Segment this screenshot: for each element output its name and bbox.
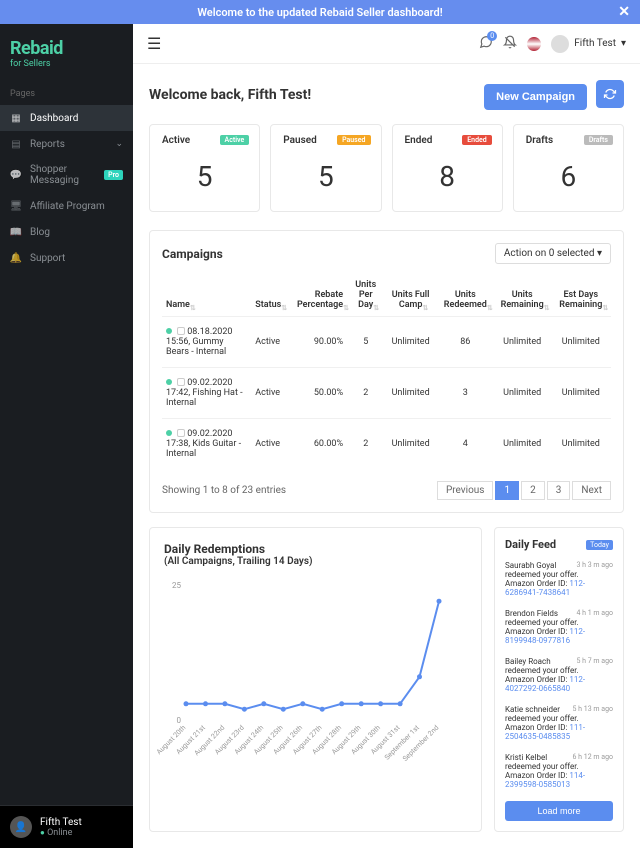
user-menu[interactable]: Fifth Test ▾ <box>551 35 626 53</box>
sort-icon: ⇅ <box>190 304 196 312</box>
close-icon[interactable]: ✕ <box>618 4 630 20</box>
column-header[interactable]: Units Per Day ⇅ <box>347 274 384 317</box>
campaigns-panel: Campaigns Action on 0 selected ▾ Name ⇅S… <box>149 230 624 513</box>
column-header[interactable]: Units Remaining ⇅ <box>494 274 551 317</box>
feed-item: 4 h 1 m agoBrendon Fields redeemed your … <box>505 609 613 645</box>
column-header[interactable]: Est Days Remaining ⇅ <box>551 274 611 317</box>
sidebar-item-reports[interactable]: ▤Reports⌄ <box>0 131 133 157</box>
topbar: ☰ 0 Fifth Test ▾ <box>133 24 640 64</box>
status-badge: Drafts <box>584 135 613 145</box>
status-dot-icon: ● <box>40 828 45 837</box>
pro-badge: Pro <box>104 170 123 180</box>
sort-icon: ⇅ <box>422 304 428 312</box>
chevron-down-icon: ⌄ <box>115 139 123 149</box>
checkbox[interactable] <box>177 327 185 335</box>
feed-item: 5 h 13 m agoKatie schneider redeemed you… <box>505 705 613 741</box>
active-dot-icon <box>166 328 172 334</box>
sort-icon: ⇅ <box>373 304 379 312</box>
nav-icon: 📖 <box>10 226 22 238</box>
feed-item: 6 h 12 m agoKristi Kelbel redeemed your … <box>505 753 613 789</box>
chevron-down-icon: ▾ <box>597 248 602 259</box>
sidebar-item-dashboard[interactable]: ▦Dashboard <box>0 105 133 131</box>
messages-icon[interactable]: 0 <box>479 35 493 52</box>
svg-text:25: 25 <box>172 581 181 590</box>
action-select[interactable]: Action on 0 selected ▾ <box>495 243 611 264</box>
column-header[interactable]: Status ⇅ <box>251 274 285 317</box>
nav-icon: 🔔 <box>10 252 22 264</box>
stat-card-ended[interactable]: EndedEnded8 <box>392 124 503 212</box>
feed-item: 5 h 7 m agoBailey Roach redeemed your of… <box>505 657 613 693</box>
active-dot-icon <box>166 430 172 436</box>
sidebar-item-blog[interactable]: 📖Blog <box>0 219 133 245</box>
status-badge: Active <box>220 135 250 145</box>
page-button[interactable]: 3 <box>547 481 571 500</box>
status-badge: Ended <box>462 135 492 145</box>
page-title: Welcome back, Fifth Test! <box>149 87 311 103</box>
chevron-down-icon: ▾ <box>621 38 626 49</box>
line-chart: 025 August 20thAugust 21stAugust 22ndAug… <box>164 575 444 775</box>
new-campaign-button[interactable]: New Campaign <box>484 84 587 110</box>
page-button[interactable]: 1 <box>495 481 519 500</box>
stat-card-drafts[interactable]: DraftsDrafts6 <box>513 124 624 212</box>
table-row[interactable]: 09.02.2020 17:38, Kids Guitar - Internal… <box>162 419 611 470</box>
nav-icon: 🖥 <box>10 200 22 212</box>
table-row[interactable]: 09.02.2020 17:42, Fishing Hat - Internal… <box>162 368 611 419</box>
table-info: Showing 1 to 8 of 23 entries <box>162 485 286 496</box>
announcement-banner: Welcome to the updated Rebaid Seller das… <box>0 0 640 24</box>
sidebar: Rebaid for Sellers Pages ▦Dashboard▤Repo… <box>0 24 133 848</box>
prev-button[interactable]: Previous <box>437 481 494 500</box>
sort-icon: ⇅ <box>487 304 493 312</box>
today-badge: Today <box>586 540 613 550</box>
campaigns-table: Name ⇅Status ⇅Rebate Percentage ⇅Units P… <box>162 274 611 469</box>
nav-section-title: Pages <box>0 83 133 105</box>
active-dot-icon <box>166 379 172 385</box>
next-button[interactable]: Next <box>572 481 611 500</box>
stat-card-active[interactable]: ActiveActive5 <box>149 124 260 212</box>
svg-text:September 2nd: September 2nd <box>401 724 440 763</box>
pagination: Previous123Next <box>437 481 611 500</box>
sidebar-item-shopper-messaging[interactable]: 💬Shopper MessagingPro <box>0 157 133 193</box>
chart-panel: Daily Redemptions (All Campaigns, Traili… <box>149 527 482 832</box>
nav-icon: ▤ <box>10 138 22 150</box>
column-header[interactable]: Name ⇅ <box>162 274 251 317</box>
stat-card-paused[interactable]: PausedPaused5 <box>270 124 381 212</box>
sort-icon: ⇅ <box>602 304 608 312</box>
column-header[interactable]: Units Redeemed ⇅ <box>437 274 494 317</box>
sidebar-item-affiliate-program[interactable]: 🖥Affiliate Program <box>0 193 133 219</box>
campaigns-title: Campaigns <box>162 247 223 261</box>
bell-off-icon[interactable] <box>503 35 517 52</box>
banner-text: Welcome to the updated Rebaid Seller das… <box>197 6 442 19</box>
flag-icon[interactable] <box>527 37 541 51</box>
load-more-button[interactable]: Load more <box>505 801 613 821</box>
avatar <box>551 35 569 53</box>
status-badge: Paused <box>337 135 370 145</box>
hamburger-icon[interactable]: ☰ <box>147 34 161 53</box>
feed-item: 3 h 3 m agoSaurabh Goyal redeemed your o… <box>505 561 613 597</box>
sort-icon: ⇅ <box>544 304 550 312</box>
page-button[interactable]: 2 <box>521 481 545 500</box>
checkbox[interactable] <box>177 378 185 386</box>
checkbox[interactable] <box>177 429 185 437</box>
refresh-button[interactable] <box>596 80 624 108</box>
table-row[interactable]: 08.18.2020 15:56, Gummy Bears - Internal… <box>162 317 611 368</box>
avatar: 👤 <box>10 816 32 838</box>
column-header[interactable]: Units Full Camp ⇅ <box>384 274 436 317</box>
sidebar-item-support[interactable]: 🔔Support <box>0 245 133 271</box>
nav-icon: ▦ <box>10 112 22 124</box>
nav-icon: 💬 <box>10 169 22 181</box>
column-header[interactable]: Rebate Percentage ⇅ <box>285 274 347 317</box>
logo: Rebaid for Sellers <box>0 24 133 83</box>
feed-panel: Daily Feed Today 3 h 3 m agoSaurabh Goya… <box>494 527 624 832</box>
